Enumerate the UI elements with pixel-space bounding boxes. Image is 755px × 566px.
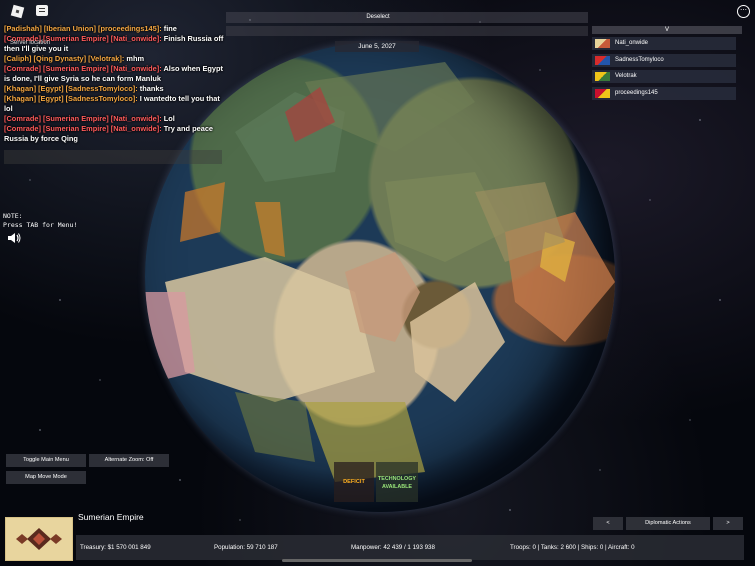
chat-sender: [Khagan] [Egypt] [SadnessTomyloco]: <box>4 84 138 93</box>
note-title: NOTE: <box>3 212 23 220</box>
technology-alert-line1: TECHNOLOGY <box>377 476 417 482</box>
chat-message: [Comrade] [Sumerian Empire] [Nati_onwide… <box>4 114 226 124</box>
player-list-item[interactable]: Nati_onwide <box>592 37 736 50</box>
game-date: June 5, 2027 <box>335 41 419 52</box>
population-stat: Population: 59 710 187 <box>214 544 278 551</box>
bottom-scrollbar[interactable] <box>282 559 472 562</box>
top-bar-secondary <box>226 26 588 36</box>
chat-sender: [Comrade] [Sumerian Empire] [Nati_onwide… <box>4 114 162 123</box>
chat-input[interactable] <box>4 150 222 164</box>
manpower-stat: Manpower: 42 439 / 1 193 938 <box>351 544 435 551</box>
player-list-header[interactable]: V <box>592 26 742 34</box>
note-text: NOTE: Press TAB for Menu! <box>3 212 77 230</box>
player-flag <box>595 88 610 98</box>
chat-text: thanks <box>137 84 164 93</box>
player-list-item[interactable]: proceedings145 <box>592 86 736 100</box>
next-country-button[interactable]: > <box>713 517 743 530</box>
chat-text: mhm <box>124 54 145 63</box>
top-bar <box>226 12 588 23</box>
chat-message: [Comrade] [Sumerian Empire] [Nati_onwide… <box>4 124 226 144</box>
technology-alert-line2: AVAILABLE <box>381 484 413 490</box>
country-flag <box>5 517 73 561</box>
player-name: SadnessTomyloco <box>615 56 664 63</box>
chat-sender: [Khagan] [Egypt] [SadnessTomyloco]: <box>4 94 138 103</box>
chat-text: Lol <box>161 114 175 123</box>
chat-message: [Padishah] [Iberian Union] [proceedings1… <box>4 24 226 34</box>
alternate-zoom-button[interactable]: Alternate Zoom: Off <box>89 454 169 467</box>
player-name: Nati_onwide <box>615 40 649 46</box>
chat-sender: [Caliph] [Qing Dynasty] [Velotrak]: <box>4 54 125 63</box>
speaker-icon[interactable] <box>7 232 21 244</box>
deselect-button[interactable]: Deselect <box>355 12 401 23</box>
chat-sender: [Comrade] [Sumerian Empire] [Nati_onwide… <box>4 64 162 73</box>
chat-sender: [Padishah] [Iberian Union] [proceedings1… <box>4 24 162 33</box>
country-flag-emblem <box>6 518 72 560</box>
chat-message: [Caliph] [Qing Dynasty] [Velotrak]: mhm <box>4 54 226 64</box>
chat-sender: [Comrade] [Sumerian Empire] [Nati_onwide… <box>4 124 162 133</box>
player-flag <box>595 39 610 48</box>
player-flag <box>595 55 610 65</box>
technology-alert[interactable]: TECHNOLOGY AVAILABLE <box>376 462 418 502</box>
chat-message: [Khagan] [Egypt] [SadnessTomyloco]: I wa… <box>4 94 226 114</box>
diplomatic-actions-button[interactable]: Diplomatic Actions <box>626 517 710 530</box>
chat-message: [Khagan] [Egypt] [SadnessTomyloco]: than… <box>4 84 226 94</box>
treasury-stat: Treasury: $1 570 001 849 <box>80 544 151 551</box>
player-name: Velotrak <box>615 73 637 79</box>
player-list-item[interactable]: Velotrak <box>592 70 736 83</box>
prev-country-button[interactable]: < <box>593 517 623 530</box>
map-move-mode-button[interactable]: Map Move Mode <box>6 471 86 484</box>
player-flag <box>595 72 610 81</box>
chat-text: fine <box>161 24 177 33</box>
server-location-label: Server location <box>10 40 51 46</box>
player-list-item[interactable]: SadnessTomyloco <box>592 53 736 67</box>
toggle-main-menu-button[interactable]: Toggle Main Menu <box>6 454 86 467</box>
deficit-alert[interactable]: DEFICIT <box>334 462 374 502</box>
player-name: proceedings145 <box>615 89 658 96</box>
more-options-icon[interactable]: ⋯ <box>737 5 750 18</box>
military-stat: Troops: 0 | Tanks: 2 600 | Ships: 0 | Ai… <box>510 544 635 551</box>
chat-toggle-icon[interactable] <box>36 5 48 16</box>
country-name: Sumerian Empire <box>78 512 144 522</box>
chat-message: [Comrade] [Sumerian Empire] [Nati_onwide… <box>4 64 226 84</box>
note-hint: Press TAB for Menu! <box>3 221 78 229</box>
